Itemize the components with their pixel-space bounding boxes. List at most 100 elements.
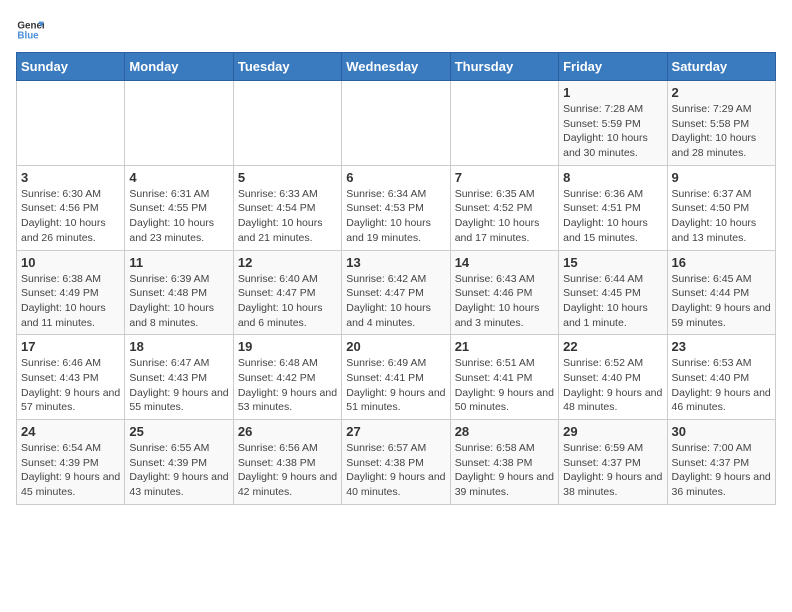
calendar-cell: 4 Sunrise: 6:31 AM Sunset: 4:55 PM Daylig… [125, 165, 233, 250]
day-info: Sunrise: 6:38 AM Sunset: 4:49 PM Dayligh… [21, 272, 120, 331]
day-info: Sunrise: 6:47 AM Sunset: 4:43 PM Dayligh… [129, 356, 228, 415]
day-info: Sunrise: 6:51 AM Sunset: 4:41 PM Dayligh… [455, 356, 554, 415]
day-info: Sunrise: 6:58 AM Sunset: 4:38 PM Dayligh… [455, 441, 554, 500]
day-number: 4 [129, 170, 228, 185]
day-number: 8 [563, 170, 662, 185]
day-info: Sunrise: 6:54 AM Sunset: 4:39 PM Dayligh… [21, 441, 120, 500]
day-number: 21 [455, 339, 554, 354]
day-number: 26 [238, 424, 337, 439]
day-number: 19 [238, 339, 337, 354]
day-info: Sunrise: 6:33 AM Sunset: 4:54 PM Dayligh… [238, 187, 337, 246]
day-number: 28 [455, 424, 554, 439]
day-info: Sunrise: 6:56 AM Sunset: 4:38 PM Dayligh… [238, 441, 337, 500]
calendar-cell: 6 Sunrise: 6:34 AM Sunset: 4:53 PM Daylig… [342, 165, 450, 250]
calendar-cell [125, 81, 233, 166]
day-header-saturday: Saturday [667, 53, 775, 81]
calendar-cell: 9 Sunrise: 6:37 AM Sunset: 4:50 PM Daylig… [667, 165, 775, 250]
day-header-wednesday: Wednesday [342, 53, 450, 81]
day-number: 20 [346, 339, 445, 354]
day-info: Sunrise: 6:52 AM Sunset: 4:40 PM Dayligh… [563, 356, 662, 415]
calendar-cell: 3 Sunrise: 6:30 AM Sunset: 4:56 PM Daylig… [17, 165, 125, 250]
header: General Blue [16, 16, 776, 44]
day-number: 18 [129, 339, 228, 354]
calendar-cell: 1Sunrise: 7:28 AM Sunset: 5:59 PM Daylig… [559, 81, 667, 166]
day-number: 16 [672, 255, 771, 270]
day-number: 3 [21, 170, 120, 185]
day-number: 24 [21, 424, 120, 439]
calendar-cell: 26 Sunrise: 6:56 AM Sunset: 4:38 PM Dayli… [233, 420, 341, 505]
calendar-cell [342, 81, 450, 166]
calendar-cell: 18 Sunrise: 6:47 AM Sunset: 4:43 PM Dayli… [125, 335, 233, 420]
day-info: Sunrise: 6:45 AM Sunset: 4:44 PM Dayligh… [672, 272, 771, 331]
day-header-thursday: Thursday [450, 53, 558, 81]
day-header-friday: Friday [559, 53, 667, 81]
calendar-cell: 16 Sunrise: 6:45 AM Sunset: 4:44 PM Dayli… [667, 250, 775, 335]
day-header-tuesday: Tuesday [233, 53, 341, 81]
calendar-week-1: 1Sunrise: 7:28 AM Sunset: 5:59 PM Daylig… [17, 81, 776, 166]
calendar-cell: 11Sunrise: 6:39 AM Sunset: 4:48 PM Dayli… [125, 250, 233, 335]
day-number: 17 [21, 339, 120, 354]
day-info: Sunrise: 6:49 AM Sunset: 4:41 PM Dayligh… [346, 356, 445, 415]
day-info: Sunrise: 6:40 AM Sunset: 4:47 PM Dayligh… [238, 272, 337, 331]
day-number: 9 [672, 170, 771, 185]
calendar-cell: 21 Sunrise: 6:51 AM Sunset: 4:41 PM Dayli… [450, 335, 558, 420]
day-number: 2 [672, 85, 771, 100]
calendar-header-row: SundayMondayTuesdayWednesdayThursdayFrid… [17, 53, 776, 81]
day-number: 25 [129, 424, 228, 439]
day-info: Sunrise: 6:43 AM Sunset: 4:46 PM Dayligh… [455, 272, 554, 331]
day-number: 23 [672, 339, 771, 354]
svg-text:Blue: Blue [17, 30, 39, 41]
calendar-cell: 15Sunrise: 6:44 AM Sunset: 4:45 PM Dayli… [559, 250, 667, 335]
day-number: 11 [129, 255, 228, 270]
day-info: Sunrise: 6:53 AM Sunset: 4:40 PM Dayligh… [672, 356, 771, 415]
day-header-sunday: Sunday [17, 53, 125, 81]
day-info: Sunrise: 6:57 AM Sunset: 4:38 PM Dayligh… [346, 441, 445, 500]
calendar-week-5: 24 Sunrise: 6:54 AM Sunset: 4:39 PM Dayli… [17, 420, 776, 505]
calendar-cell [17, 81, 125, 166]
day-info: Sunrise: 7:00 AM Sunset: 4:37 PM Dayligh… [672, 441, 771, 500]
logo-icon: General Blue [16, 16, 44, 44]
day-info: Sunrise: 6:55 AM Sunset: 4:39 PM Dayligh… [129, 441, 228, 500]
day-info: Sunrise: 6:30 AM Sunset: 4:56 PM Dayligh… [21, 187, 120, 246]
day-number: 14 [455, 255, 554, 270]
day-number: 15 [563, 255, 662, 270]
calendar-cell: 17 Sunrise: 6:46 AM Sunset: 4:43 PM Dayli… [17, 335, 125, 420]
day-number: 13 [346, 255, 445, 270]
day-header-monday: Monday [125, 53, 233, 81]
logo: General Blue [16, 16, 48, 44]
day-number: 10 [21, 255, 120, 270]
calendar-cell: 8Sunrise: 6:36 AM Sunset: 4:51 PM Daylig… [559, 165, 667, 250]
day-info: Sunrise: 6:46 AM Sunset: 4:43 PM Dayligh… [21, 356, 120, 415]
calendar-cell: 23 Sunrise: 6:53 AM Sunset: 4:40 PM Dayli… [667, 335, 775, 420]
calendar-cell: 12 Sunrise: 6:40 AM Sunset: 4:47 PM Dayli… [233, 250, 341, 335]
calendar-cell: 14 Sunrise: 6:43 AM Sunset: 4:46 PM Dayli… [450, 250, 558, 335]
calendar-cell [233, 81, 341, 166]
day-number: 12 [238, 255, 337, 270]
calendar-cell: 10 Sunrise: 6:38 AM Sunset: 4:49 PM Dayli… [17, 250, 125, 335]
calendar-cell: 28 Sunrise: 6:58 AM Sunset: 4:38 PM Dayli… [450, 420, 558, 505]
day-info: Sunrise: 6:37 AM Sunset: 4:50 PM Dayligh… [672, 187, 771, 246]
calendar-cell [450, 81, 558, 166]
calendar-cell: 5Sunrise: 6:33 AM Sunset: 4:54 PM Daylig… [233, 165, 341, 250]
calendar-cell: 30 Sunrise: 7:00 AM Sunset: 4:37 PM Dayli… [667, 420, 775, 505]
calendar-week-2: 3 Sunrise: 6:30 AM Sunset: 4:56 PM Daylig… [17, 165, 776, 250]
calendar-cell: 19 Sunrise: 6:48 AM Sunset: 4:42 PM Dayli… [233, 335, 341, 420]
calendar-cell: 27Sunrise: 6:57 AM Sunset: 4:38 PM Dayli… [342, 420, 450, 505]
calendar-table: SundayMondayTuesdayWednesdayThursdayFrid… [16, 52, 776, 505]
calendar-cell: 13Sunrise: 6:42 AM Sunset: 4:47 PM Dayli… [342, 250, 450, 335]
day-number: 22 [563, 339, 662, 354]
day-number: 6 [346, 170, 445, 185]
day-info: Sunrise: 6:48 AM Sunset: 4:42 PM Dayligh… [238, 356, 337, 415]
day-number: 29 [563, 424, 662, 439]
calendar-cell: 29Sunrise: 6:59 AM Sunset: 4:37 PM Dayli… [559, 420, 667, 505]
calendar-week-4: 17 Sunrise: 6:46 AM Sunset: 4:43 PM Dayli… [17, 335, 776, 420]
day-number: 7 [455, 170, 554, 185]
calendar-cell: 7 Sunrise: 6:35 AM Sunset: 4:52 PM Daylig… [450, 165, 558, 250]
day-info: Sunrise: 6:31 AM Sunset: 4:55 PM Dayligh… [129, 187, 228, 246]
day-info: Sunrise: 7:29 AM Sunset: 5:58 PM Dayligh… [672, 102, 771, 161]
day-number: 30 [672, 424, 771, 439]
day-info: Sunrise: 6:35 AM Sunset: 4:52 PM Dayligh… [455, 187, 554, 246]
calendar-week-3: 10 Sunrise: 6:38 AM Sunset: 4:49 PM Dayli… [17, 250, 776, 335]
day-info: Sunrise: 6:34 AM Sunset: 4:53 PM Dayligh… [346, 187, 445, 246]
calendar-cell: 22 Sunrise: 6:52 AM Sunset: 4:40 PM Dayli… [559, 335, 667, 420]
